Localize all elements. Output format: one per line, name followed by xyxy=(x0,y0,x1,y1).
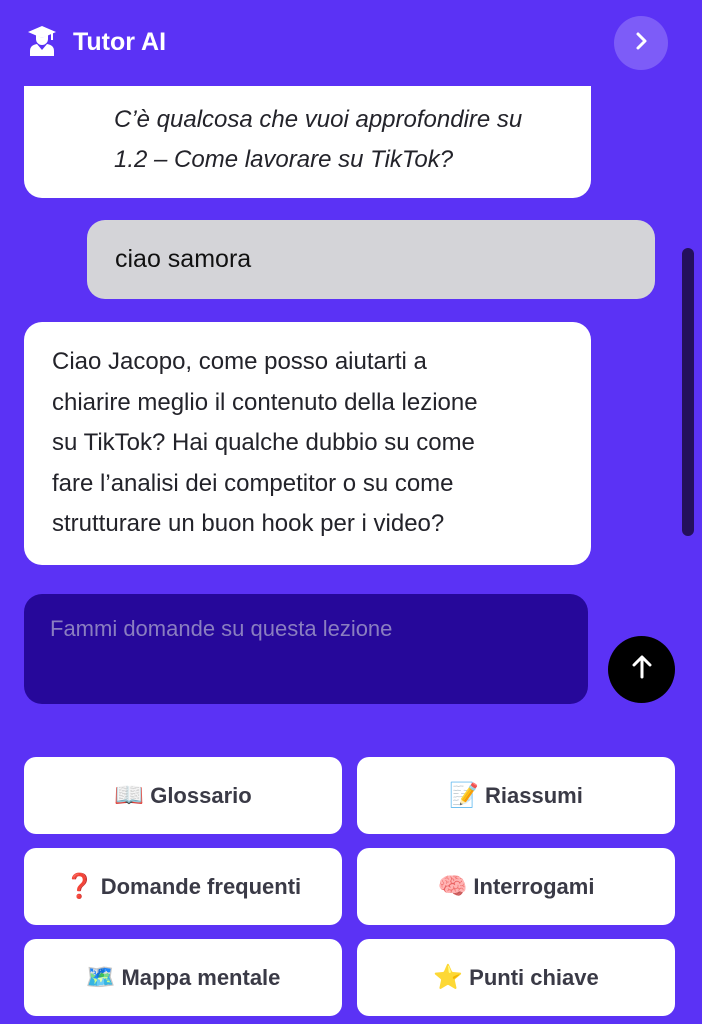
open-book-icon: 📖 xyxy=(114,781,145,809)
faq-button[interactable]: ❓ Domande frequenti xyxy=(24,848,342,925)
action-label: Mappa mentale xyxy=(121,964,281,990)
quiz-me-button[interactable]: 🧠 Interrogami xyxy=(357,848,675,925)
action-label: Interrogami xyxy=(473,873,595,899)
assistant-message: C’è qualcosa che vuoi approfondire su 1.… xyxy=(24,86,591,198)
world-map-icon: 🗺️ xyxy=(85,963,116,991)
action-label: Punti chiave xyxy=(469,964,599,990)
chat-thread[interactable]: C’è qualcosa che vuoi approfondire su 1.… xyxy=(0,86,702,584)
action-label: Riassumi xyxy=(485,782,583,808)
send-button[interactable] xyxy=(608,636,675,703)
glossary-button[interactable]: 📖 Glossario xyxy=(24,757,342,834)
message-line: fare l’analisi dei competitor o su come xyxy=(52,469,454,497)
question-input[interactable] xyxy=(50,616,562,676)
message-line: 1.2 – Come lavorare su TikTok? xyxy=(114,146,454,173)
message-line: Ciao Jacopo, come posso aiutarti a xyxy=(52,348,427,375)
brain-icon: 🧠 xyxy=(437,872,468,900)
action-label: Glossario xyxy=(150,782,252,808)
key-points-button[interactable]: ⭐ Punti chiave xyxy=(357,939,675,1016)
memo-icon: 📝 xyxy=(449,781,480,809)
message-line: su TikTok? Hai qualche dubbio su come xyxy=(52,429,475,456)
message-line: strutturare un buon hook per i video? xyxy=(52,510,445,537)
star-icon: ⭐ xyxy=(433,963,464,991)
action-label: Domande frequenti xyxy=(100,873,302,899)
chevron-right-icon xyxy=(631,31,651,56)
question-mark-icon: ❓ xyxy=(64,872,95,900)
arrow-up-icon xyxy=(629,654,655,685)
graduate-icon xyxy=(28,26,56,56)
message-line: C’è qualcosa che vuoi approfondire su xyxy=(114,106,523,133)
message-line: chiarire meglio il contenuto della lezio… xyxy=(52,388,478,416)
message-text: ciao samora xyxy=(115,245,252,273)
app-title: Tutor AI xyxy=(73,28,167,56)
assistant-message: Ciao Jacopo, come posso aiutarti a chiar… xyxy=(24,322,591,565)
user-message: ciao samora xyxy=(87,220,655,299)
next-button[interactable] xyxy=(614,16,668,70)
composer xyxy=(24,594,588,704)
quick-actions: 📖 Glossario 📝 Riassumi ❓ Domande frequen… xyxy=(24,757,675,1016)
summarize-button[interactable]: 📝 Riassumi xyxy=(357,757,675,834)
chat-scrollbar[interactable] xyxy=(682,248,694,536)
mind-map-button[interactable]: 🗺️ Mappa mentale xyxy=(24,939,342,1016)
header: Tutor AI xyxy=(0,0,702,86)
